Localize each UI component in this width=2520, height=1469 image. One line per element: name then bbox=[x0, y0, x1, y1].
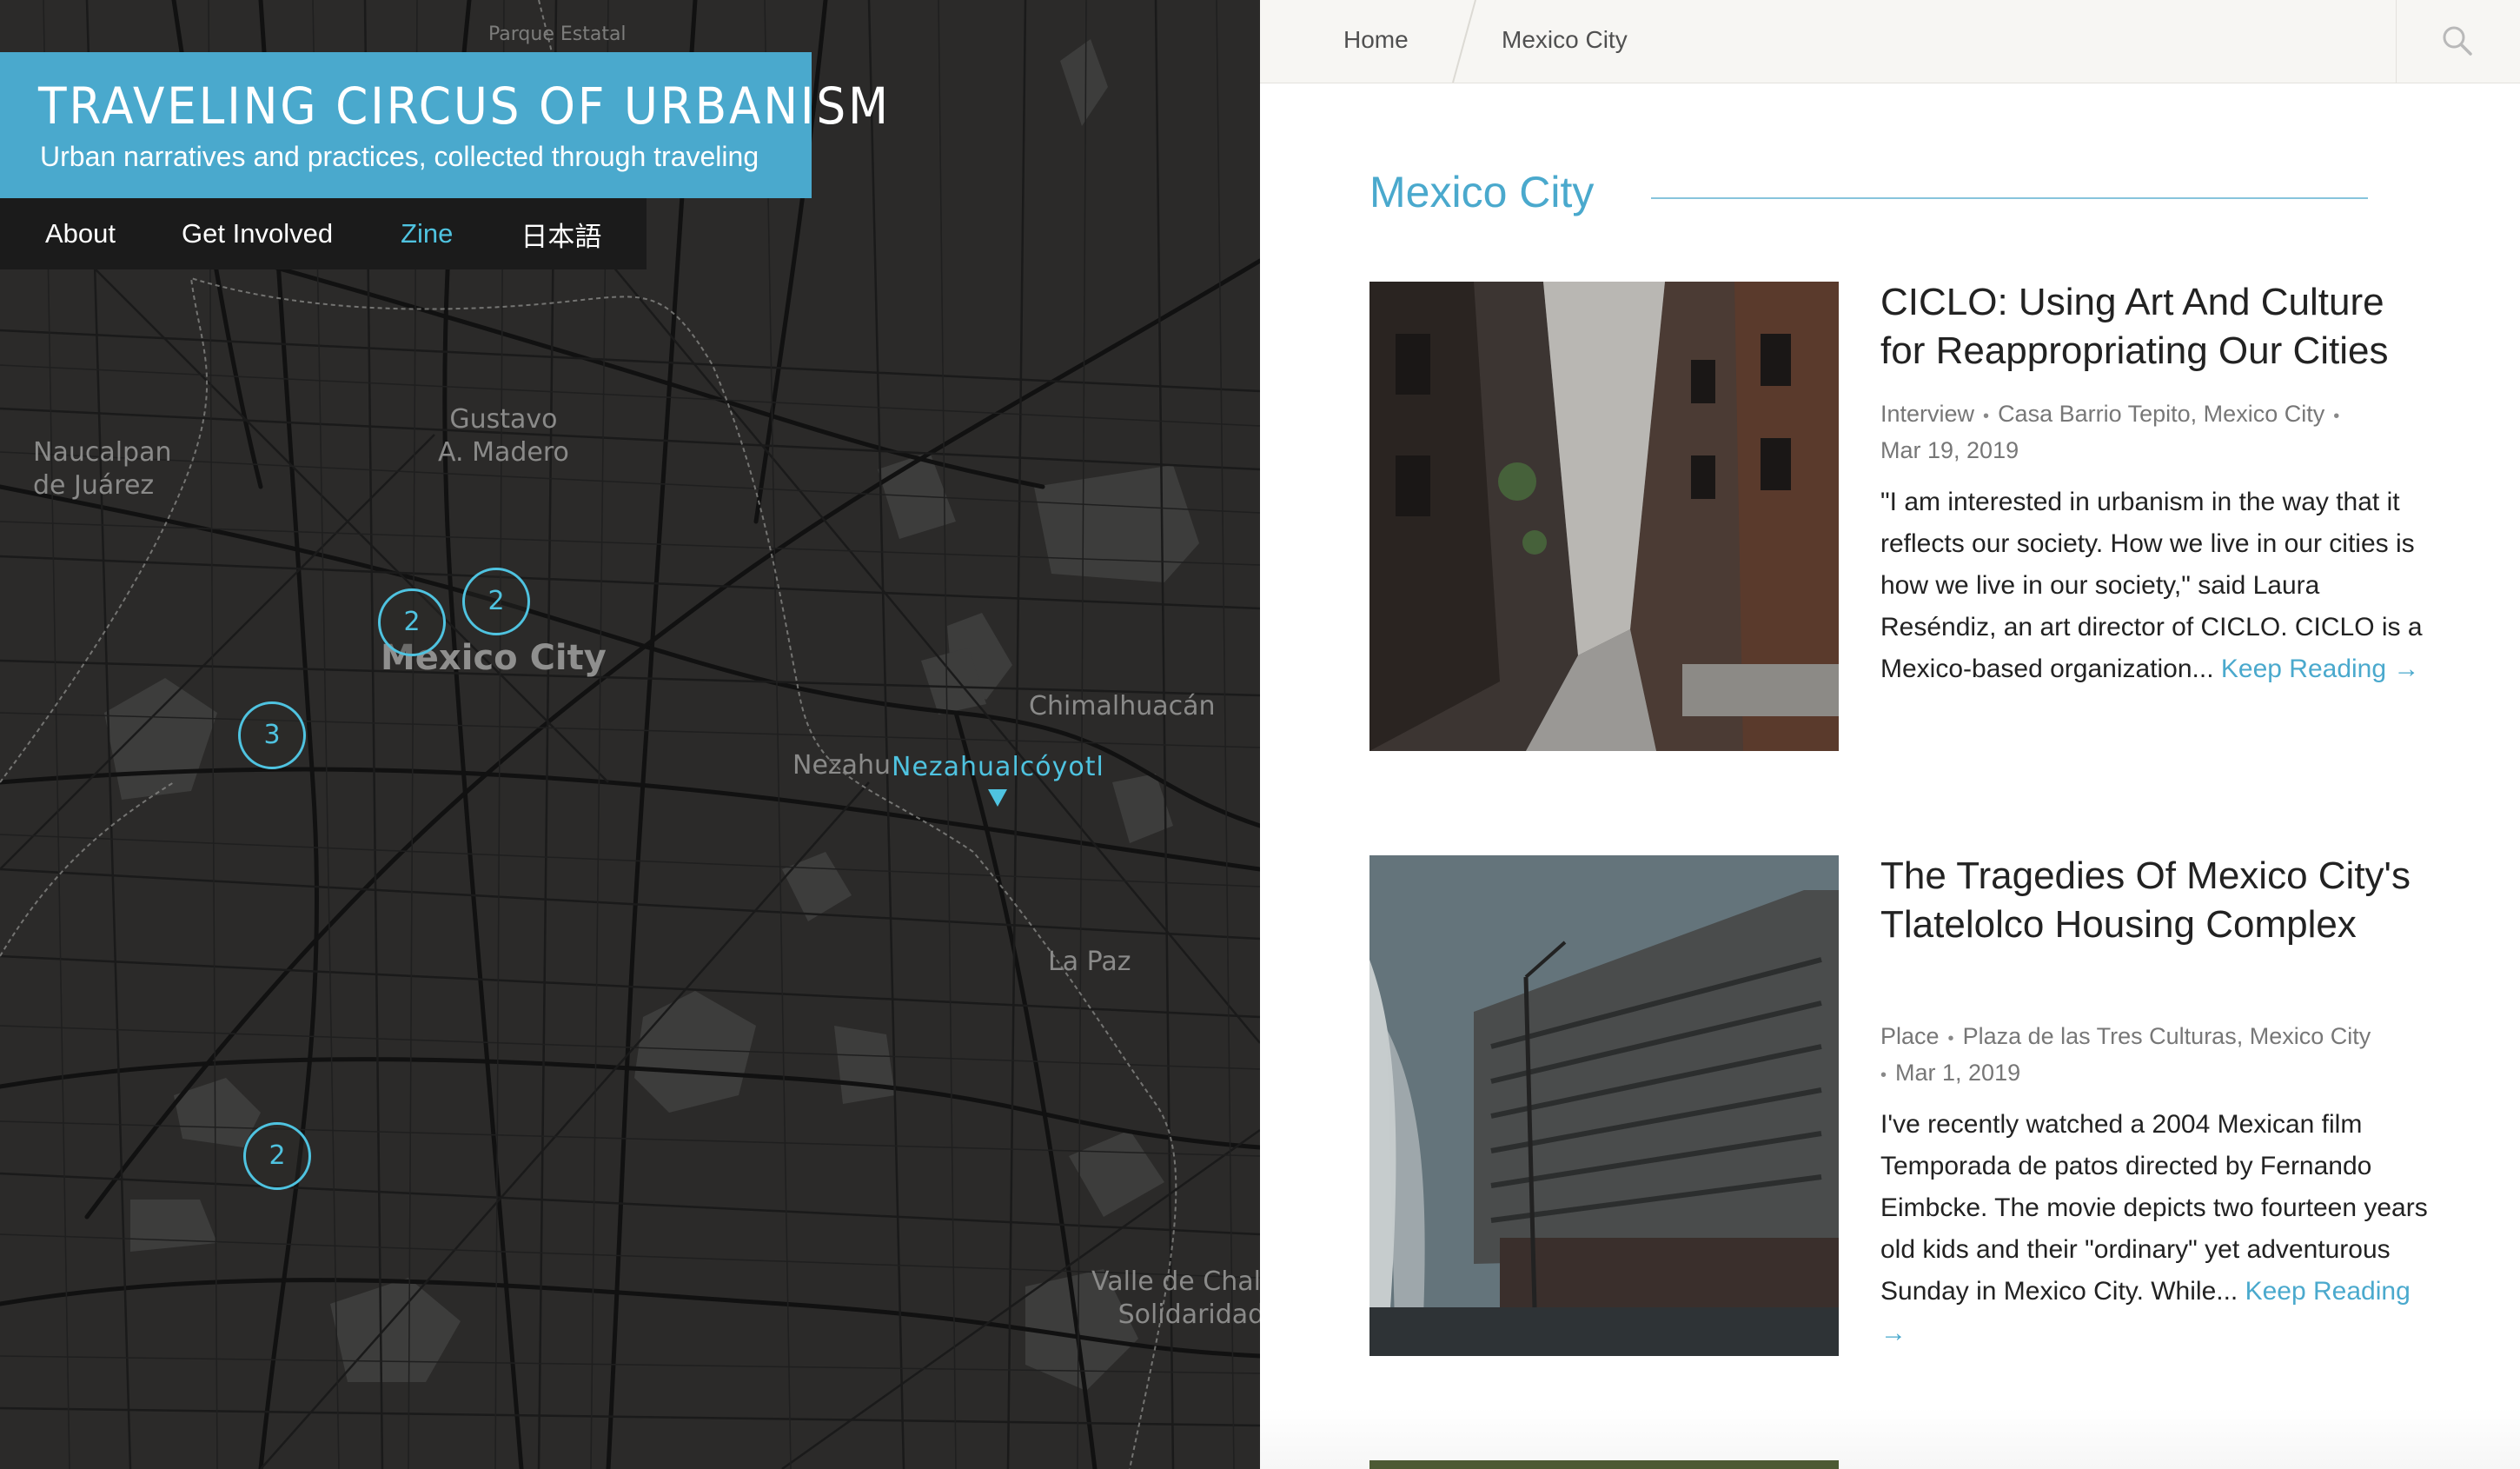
housing-complex-photo bbox=[1369, 855, 1839, 1356]
map-label-nezahualcoyotl[interactable]: Nezahualcóyotl bbox=[892, 751, 1104, 784]
map-label-nezahualcoyotl-base: Nezahu bbox=[792, 750, 892, 781]
map-panel[interactable]: Parque Estatal Naucalpan de Juárez Gusta… bbox=[0, 0, 1260, 1469]
map-cluster-marker[interactable]: 2 bbox=[462, 568, 530, 635]
article-meta: Interview • Casa Barrio Tepito, Mexico Cit… bbox=[1880, 397, 2419, 468]
article-category[interactable]: Place bbox=[1880, 1023, 1940, 1049]
site-title[interactable]: TRAVELING CIRCUS OF URBANISM bbox=[38, 76, 891, 136]
map-cluster-marker[interactable]: 3 bbox=[238, 701, 306, 769]
map-cluster-marker[interactable]: 2 bbox=[243, 1122, 311, 1190]
article-date: Mar 19, 2019 bbox=[1880, 437, 2019, 463]
map-cluster-marker[interactable]: 2 bbox=[378, 588, 446, 656]
article-title[interactable]: The Tragedies Of Mexico City's Tlatelolc… bbox=[1880, 852, 2428, 949]
search-icon bbox=[2443, 26, 2472, 56]
map-label-naucalpan: Naucalpan de Juárez bbox=[33, 436, 172, 502]
heading-divider bbox=[1651, 197, 2368, 199]
article-category[interactable]: Interview bbox=[1880, 401, 1974, 427]
meta-separator: • bbox=[2333, 407, 2340, 426]
page-title: Mexico City bbox=[1369, 168, 1595, 216]
meta-separator: • bbox=[1947, 1029, 1954, 1048]
nav-item-about[interactable]: About bbox=[45, 218, 116, 249]
location-marker-icon[interactable] bbox=[988, 789, 1007, 807]
map-label-chimalhuacan: Chimalhuacán bbox=[1029, 691, 1216, 721]
breadcrumb-home[interactable]: Home bbox=[1343, 0, 1409, 83]
nav-item-japanese[interactable]: 日本語 bbox=[521, 215, 601, 254]
map-label-valle-chalco-text: Valle de Chalco Solidaridad bbox=[1091, 1266, 1260, 1330]
breadcrumb-separator-icon bbox=[1452, 0, 1476, 83]
map-label-naucalpan-text: Naucalpan de Juárez bbox=[33, 437, 172, 501]
article-title[interactable]: CICLO: Using Art And Culture for Reappro… bbox=[1880, 278, 2428, 376]
meta-separator: • bbox=[1880, 1066, 1887, 1085]
article-location[interactable]: Casa Barrio Tepito, Mexico City bbox=[1998, 401, 2324, 427]
article-excerpt: "I am interested in urbanism in the way … bbox=[1880, 482, 2428, 690]
alley-photo bbox=[1369, 282, 1839, 751]
breadcrumb-current: Mexico City bbox=[1502, 26, 1628, 53]
article-meta: Place • Plaza de las Tres Culturas, Mexico… bbox=[1880, 1020, 2419, 1093]
content-panel: Home Mexico City Mexico City CICLO: Usin… bbox=[1260, 0, 2520, 1469]
article-excerpt: I've recently watched a 2004 Mexican fil… bbox=[1880, 1104, 2428, 1354]
site-tagline: Urban narratives and practices, collecte… bbox=[40, 141, 759, 172]
map-label-parque-estatal: Parque Estatal bbox=[488, 23, 627, 45]
article-thumbnail[interactable] bbox=[1369, 282, 1839, 751]
site-header[interactable]: TRAVELING CIRCUS OF URBANISM Urban narra… bbox=[0, 52, 888, 198]
article-thumbnail[interactable] bbox=[1369, 855, 1839, 1356]
keep-reading-link[interactable]: Keep Reading → bbox=[2221, 655, 2420, 683]
article-location[interactable]: Plaza de las Tres Culturas, Mexico City bbox=[1963, 1023, 2371, 1049]
map-label-gustavo-text: Gustavo A. Madero bbox=[438, 404, 569, 468]
breadcrumb: Home Mexico City bbox=[1260, 0, 2520, 83]
nav-item-get-involved[interactable]: Get Involved bbox=[182, 218, 333, 249]
search-button[interactable] bbox=[2396, 0, 2520, 83]
main-nav: About Get Involved Zine 日本語 bbox=[0, 198, 647, 269]
map-label-valle-chalco: Valle de Chalco Solidaridad bbox=[1091, 1266, 1260, 1331]
meta-separator: • bbox=[1983, 407, 1990, 426]
nav-item-zine[interactable]: Zine bbox=[401, 218, 453, 249]
article-thumbnail[interactable] bbox=[1369, 1460, 1839, 1469]
article-date: Mar 1, 2019 bbox=[1895, 1060, 2021, 1086]
map-label-gustavo: Gustavo A. Madero bbox=[438, 403, 569, 469]
map-label-la-paz: La Paz bbox=[1048, 947, 1131, 977]
